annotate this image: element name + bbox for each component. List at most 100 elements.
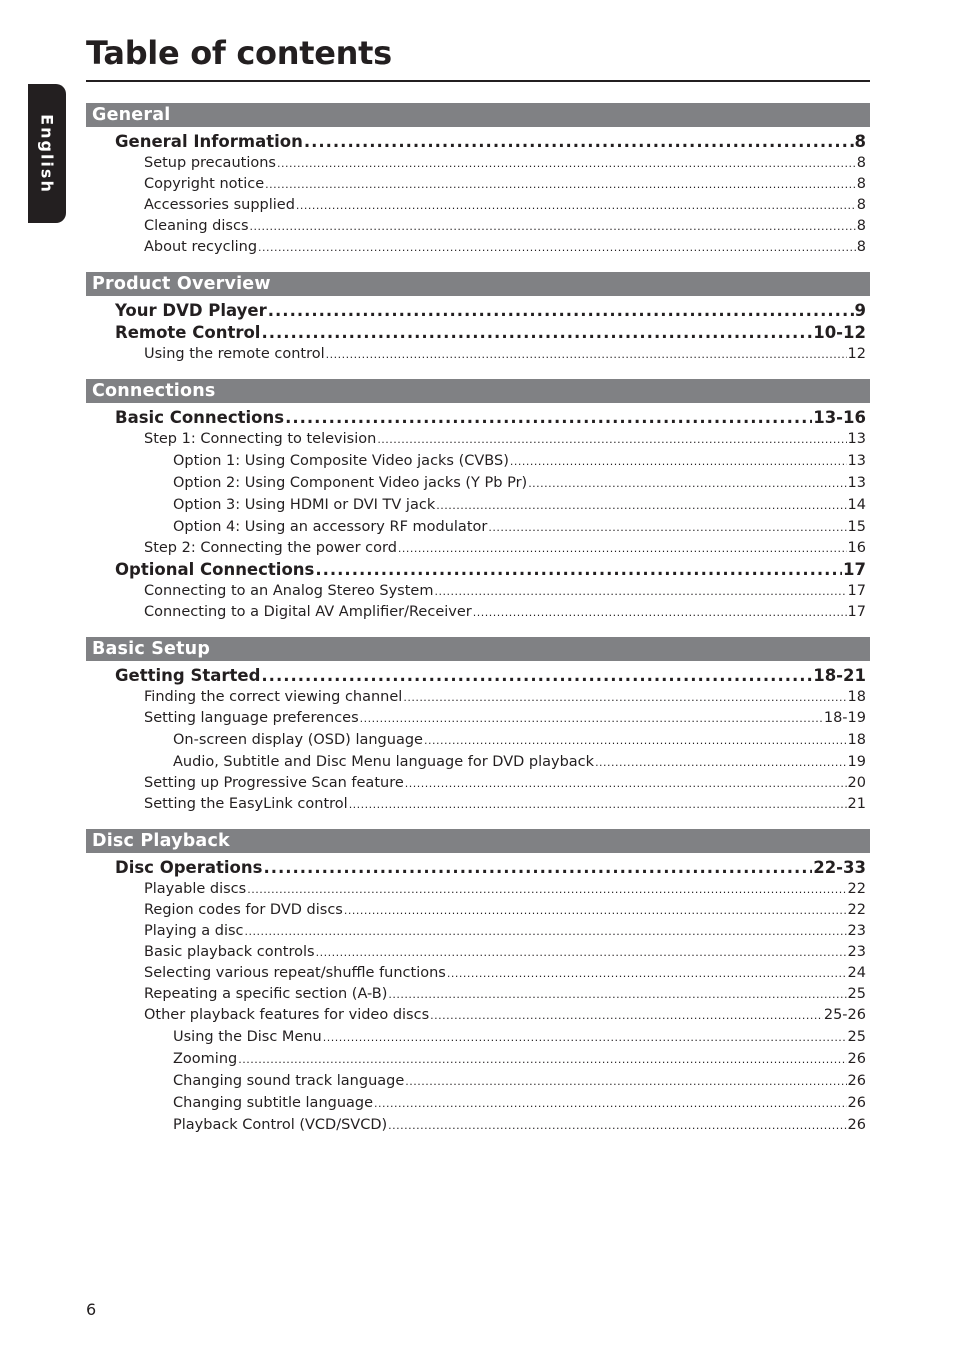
entry-label: Copyright notice <box>144 176 265 192</box>
toc-entry[interactable]: Basic playback controls 23 <box>86 942 870 963</box>
entry-label: Connecting to a Digital AV Amplifier/Rec… <box>144 604 472 620</box>
toc-chapter-entry[interactable]: General Information 8 <box>86 131 870 153</box>
toc-entry[interactable]: Selecting various repeat/shuffle functio… <box>86 963 870 984</box>
dot-leader <box>405 773 847 794</box>
toc-entry[interactable]: Playable discs 22 <box>86 879 870 900</box>
toc-chapter-entry[interactable]: Optional Connections 17 <box>86 559 870 581</box>
dot-leader <box>349 794 847 815</box>
toc-chapter-entry[interactable]: Disc Operations 22-33 <box>86 857 870 879</box>
dot-leader <box>510 450 847 473</box>
toc-entry[interactable]: Repeating a specific section (A-B) 25 <box>86 984 870 1005</box>
toc-subentry[interactable]: Option 2: Using Component Video jacks (Y… <box>86 472 870 494</box>
dot-leader <box>436 494 846 517</box>
toc-entry[interactable]: Setting up Progressive Scan feature 20 <box>86 773 870 794</box>
toc-subentry[interactable]: Option 3: Using HDMI or DVI TV jack 14 <box>86 494 870 516</box>
entry-label: On-screen display (OSD) language <box>173 732 423 748</box>
entry-page-number: 17 <box>847 604 866 620</box>
toc-subentry[interactable]: Option 4: Using an accessory RF modulato… <box>86 516 870 538</box>
toc-entry[interactable]: Connecting to an Analog Stereo System 17 <box>86 581 870 602</box>
dot-leader <box>488 516 846 539</box>
dot-leader <box>434 581 846 602</box>
toc-entry[interactable]: Setting language preferences 18-19 <box>86 708 870 729</box>
section-header: Product Overview <box>86 272 870 296</box>
title-divider <box>86 80 870 82</box>
entry-label: Option 4: Using an accessory RF modulato… <box>173 519 488 535</box>
dot-leader <box>238 1048 846 1071</box>
entry-label: Cleaning discs <box>144 218 249 234</box>
entry-page-number: 13-16 <box>813 408 866 427</box>
dot-leader <box>388 984 846 1005</box>
entry-page-number: 18 <box>847 732 866 748</box>
dot-leader <box>430 1005 823 1026</box>
entry-page-number: 8 <box>856 176 866 192</box>
toc-subentry[interactable]: Audio, Subtitle and Disc Menu language f… <box>86 751 870 773</box>
entry-label: Changing sound track language <box>173 1073 405 1089</box>
entry-page-number: 13 <box>847 431 866 447</box>
language-tab-label: English <box>37 113 57 194</box>
toc-section: Disc Playback Disc Operations 22-33 Playabl… <box>86 829 870 1136</box>
entry-page-number: 25 <box>847 986 866 1002</box>
toc-subentry[interactable]: Option 1: Using Composite Video jacks (C… <box>86 450 870 472</box>
toc-entry[interactable]: Region codes for DVD discs 22 <box>86 900 870 921</box>
toc-entry[interactable]: Cleaning discs 8 <box>86 216 870 237</box>
entry-page-number: 22-33 <box>813 858 866 877</box>
dot-leader <box>405 1070 846 1093</box>
dot-leader <box>265 174 856 195</box>
toc-chapter-entry[interactable]: Remote Control 10-12 <box>86 322 870 344</box>
entry-label: Selecting various repeat/shuffle functio… <box>144 965 446 981</box>
toc-chapter-entry[interactable]: Your DVD Player 9 <box>86 300 870 322</box>
toc-subentry[interactable]: Changing subtitle language 26 <box>86 1092 870 1114</box>
entry-page-number: 26 <box>847 1051 866 1067</box>
toc-chapter-entry[interactable]: Basic Connections 13-16 <box>86 407 870 429</box>
entry-label: Zooming <box>173 1051 238 1067</box>
toc-entry[interactable]: Setup precautions 8 <box>86 153 870 174</box>
dot-leader <box>263 857 812 879</box>
toc-subentry[interactable]: Zooming 26 <box>86 1048 870 1070</box>
entry-page-number: 13 <box>847 453 866 469</box>
entry-label: Setup precautions <box>144 155 276 171</box>
toc-entry[interactable]: Copyright notice 8 <box>86 174 870 195</box>
entry-page-number: 16 <box>847 540 866 556</box>
toc-subentry[interactable]: Changing sound track language 26 <box>86 1070 870 1092</box>
entry-label: Changing subtitle language <box>173 1095 374 1111</box>
entry-page-number: 9 <box>854 301 866 320</box>
toc-entry[interactable]: Step 1: Connecting to television 13 <box>86 429 870 450</box>
toc-entry[interactable]: About recycling 8 <box>86 237 870 258</box>
toc-entry[interactable]: Other playback features for video discs 2… <box>86 1005 870 1026</box>
toc-subentry[interactable]: Playback Control (VCD/SVCD) 26 <box>86 1114 870 1136</box>
toc-chapter-entry[interactable]: Getting Started 18-21 <box>86 665 870 687</box>
toc-subentry[interactable]: On-screen display (OSD) language 18 <box>86 729 870 751</box>
entry-label: Accessories supplied <box>144 197 295 213</box>
toc-entry[interactable]: Playing a disc 23 <box>86 921 870 942</box>
entry-label: Remote Control <box>115 323 261 342</box>
entry-page-number: 13 <box>847 475 866 491</box>
dot-leader <box>398 538 847 559</box>
toc-entry[interactable]: Connecting to a Digital AV Amplifier/Rec… <box>86 602 870 623</box>
toc-entry[interactable]: Using the remote control 12 <box>86 344 870 365</box>
toc-entry[interactable]: Finding the correct viewing channel 18 <box>86 687 870 708</box>
dot-leader <box>473 602 847 623</box>
dot-leader <box>374 1092 847 1115</box>
dot-leader <box>360 708 823 729</box>
dot-leader <box>388 1114 846 1137</box>
section-header: Disc Playback <box>86 829 870 853</box>
entry-page-number: 20 <box>847 775 866 791</box>
toc-entry[interactable]: Step 2: Connecting the power cord 16 <box>86 538 870 559</box>
toc-entry[interactable]: Setting the EasyLink control 21 <box>86 794 870 815</box>
section-header: Connections <box>86 379 870 403</box>
toc-section: Basic Setup Getting Started 18-21 Finding t… <box>86 637 870 815</box>
entry-page-number: 17 <box>843 560 866 579</box>
dot-leader <box>277 153 856 174</box>
entry-page-number: 8 <box>856 239 866 255</box>
entry-label: Your DVD Player <box>115 301 267 320</box>
entry-page-number: 18 <box>847 689 866 705</box>
section-header: General <box>86 103 870 127</box>
dot-leader <box>344 900 847 921</box>
entry-page-number: 10-12 <box>813 323 866 342</box>
toc-entry[interactable]: Accessories supplied 8 <box>86 195 870 216</box>
entry-label: Option 2: Using Component Video jacks (Y… <box>173 475 528 491</box>
toc-subentry[interactable]: Using the Disc Menu 25 <box>86 1026 870 1048</box>
dot-leader <box>424 729 847 752</box>
entry-page-number: 25 <box>847 1029 866 1045</box>
entry-page-number: 21 <box>847 796 866 812</box>
